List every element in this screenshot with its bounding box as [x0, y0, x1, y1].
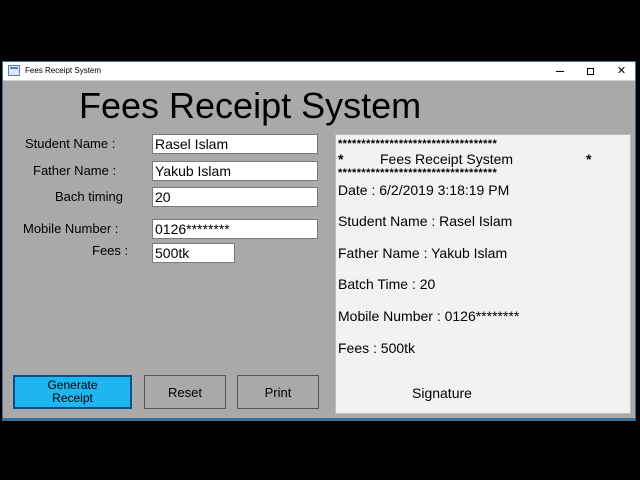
- father-name-label: Father Name :: [33, 163, 117, 178]
- receipt-signature: Signature: [412, 385, 472, 401]
- close-button[interactable]: ✕: [605, 62, 635, 80]
- window-bottom-border: [2, 419, 636, 421]
- student-name-label: Student Name :: [25, 136, 116, 151]
- print-button[interactable]: Print: [237, 375, 319, 409]
- page-title: Fees Receipt System: [79, 85, 422, 126]
- generate-receipt-label-line1: Generate: [47, 378, 98, 392]
- minimize-icon: [555, 70, 564, 72]
- minimize-button[interactable]: [543, 62, 576, 80]
- receipt-stars-bottom: **********************************: [338, 167, 498, 179]
- receipt-fees: Fees : 500tk: [338, 340, 416, 356]
- receipt-title-star-right: *: [586, 151, 592, 167]
- app-window: Fees Receipt System ✕ Fees Receipt Syste…: [2, 61, 636, 419]
- father-name-input[interactable]: [152, 161, 318, 181]
- maximize-icon: [587, 67, 594, 75]
- student-name-input[interactable]: [152, 134, 318, 154]
- receipt-batch-time: Batch Time : 20: [338, 276, 436, 292]
- fees-label: Fees :: [92, 243, 129, 258]
- receipt-stars-top: **********************************: [338, 138, 498, 150]
- generate-receipt-button[interactable]: Generate Receipt: [13, 375, 132, 409]
- receipt-student-name: Student Name : Rasel Islam: [338, 213, 513, 229]
- receipt-mobile-number: Mobile Number : 0126********: [338, 308, 520, 324]
- fees-input[interactable]: [152, 243, 235, 263]
- app-icon: [8, 65, 20, 76]
- batch-timing-input[interactable]: [152, 187, 318, 207]
- batch-timing-label: Bach timing: [55, 189, 123, 204]
- receipt-date: Date : 6/2/2019 3:18:19 PM: [338, 182, 510, 198]
- title-bar[interactable]: Fees Receipt System ✕: [3, 62, 635, 81]
- mobile-number-label: Mobile Number :: [23, 221, 119, 236]
- maximize-button[interactable]: [574, 62, 607, 80]
- generate-receipt-label-line2: Receipt: [52, 391, 93, 405]
- close-icon: ✕: [616, 65, 627, 77]
- receipt-father-name: Father Name : Yakub Islam: [338, 245, 508, 261]
- reset-button[interactable]: Reset: [144, 375, 226, 409]
- mobile-number-input[interactable]: [152, 219, 318, 239]
- window-title: Fees Receipt System: [25, 66, 102, 75]
- receipt-panel: ********************************** * Fee…: [335, 134, 631, 414]
